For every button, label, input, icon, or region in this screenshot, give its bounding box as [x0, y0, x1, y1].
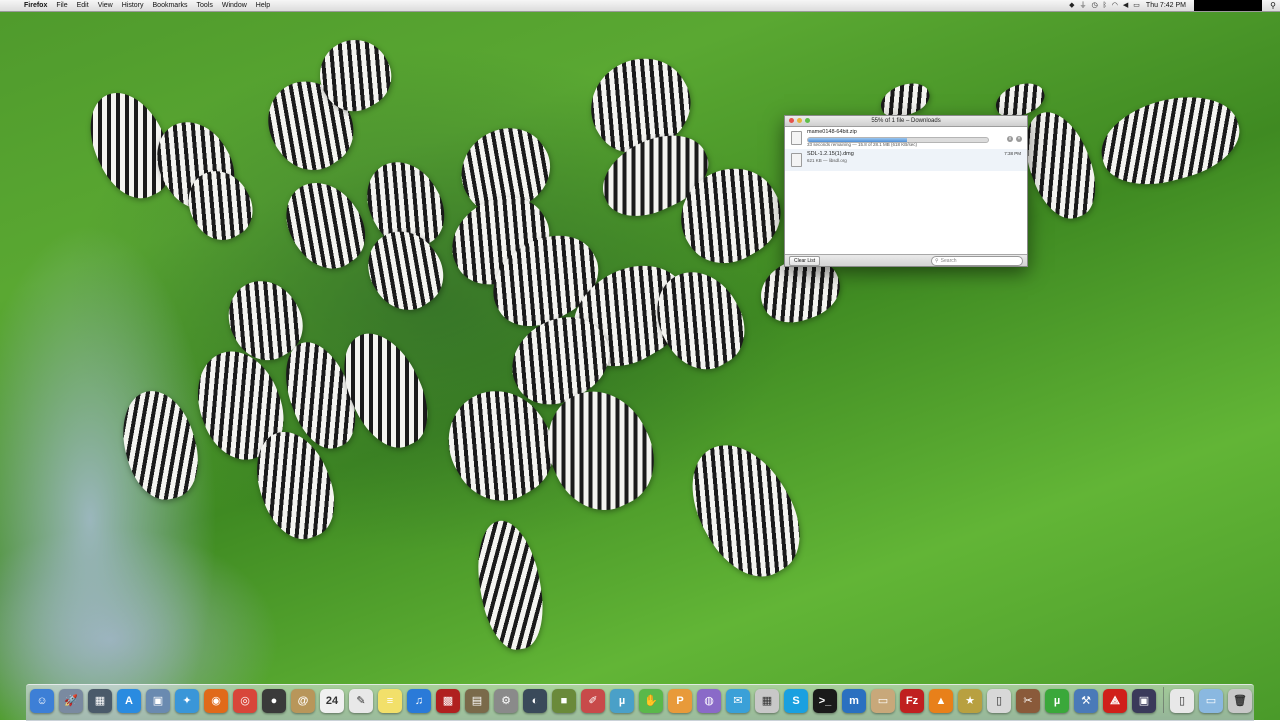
menu-clock[interactable]: Thu 7:42 PM: [1146, 0, 1186, 11]
archive-utility-dock-icon[interactable]: ▭: [871, 689, 895, 713]
safari-dock-icon[interactable]: ✦: [175, 689, 199, 713]
teamspeak-dock-icon[interactable]: ◍: [697, 689, 721, 713]
close-window-button[interactable]: [789, 118, 794, 123]
textedit-dock-icon[interactable]: ✎: [349, 689, 373, 713]
menu-view[interactable]: View: [98, 0, 113, 11]
steam-dock-icon[interactable]: ◐: [523, 689, 547, 713]
download-status: 621 KB — libsdl.org: [807, 158, 847, 163]
downloads-search-input[interactable]: ⚲ Search: [931, 256, 1023, 266]
launchpad-dock-icon[interactable]: 🚀: [59, 689, 83, 713]
mission-control-dock-icon[interactable]: ▦: [88, 689, 112, 713]
menu-history[interactable]: History: [122, 0, 144, 11]
downloads-footer: Clear List ⚲ Search: [785, 254, 1027, 266]
volume-icon[interactable]: ◀: [1123, 0, 1128, 11]
zebra-shape: [1092, 83, 1248, 197]
xcode-dock-icon[interactable]: ⚒: [1074, 689, 1098, 713]
download-time: 7:38 PM: [1004, 151, 1021, 156]
acrobat-dock-icon[interactable]: ⟁: [1103, 689, 1127, 713]
calendar-dock-icon[interactable]: 24: [320, 689, 344, 713]
zebra-shape: [270, 168, 380, 282]
messages-dock-icon[interactable]: ✉: [726, 689, 750, 713]
vlc-dock-icon[interactable]: ▲: [929, 689, 953, 713]
menu-help[interactable]: Help: [256, 0, 270, 11]
dmg-file-icon: [791, 153, 802, 167]
hands-off-dock-icon[interactable]: ✋: [639, 689, 663, 713]
menu-tools[interactable]: Tools: [197, 0, 213, 11]
desktop-wallpaper: [0, 0, 1280, 720]
utorrent-alt-dock-icon[interactable]: µ: [610, 689, 634, 713]
finder-dock-icon[interactable]: ☺: [30, 689, 54, 713]
usb-icon[interactable]: ⏚: [1079, 0, 1086, 11]
wifi-icon[interactable]: ◠: [1112, 0, 1118, 11]
contacts-dock-icon[interactable]: @: [291, 689, 315, 713]
downloads-window-title: 55% of 1 file – Downloads: [871, 118, 941, 124]
preview-dock-icon[interactable]: ▣: [146, 689, 170, 713]
trash-dock-icon[interactable]: 🗑: [1228, 689, 1252, 713]
minimize-window-button[interactable]: [797, 118, 802, 123]
system-preferences-dock-icon[interactable]: ⚙: [494, 689, 518, 713]
moneydance-dock-icon[interactable]: m: [842, 689, 866, 713]
terminal-dock-icon[interactable]: >_: [813, 689, 837, 713]
pages-dock-icon[interactable]: P: [668, 689, 692, 713]
menu-file[interactable]: File: [56, 0, 67, 11]
camera-dock-icon[interactable]: ●: [262, 689, 286, 713]
zebra-shape: [111, 382, 209, 508]
usb-overdrive-dock-icon[interactable]: ▯: [987, 689, 1011, 713]
downloads-titlebar[interactable]: 55% of 1 file – Downloads: [785, 116, 1027, 127]
zebra-shape: [353, 217, 457, 323]
search-icon: ⚲: [935, 258, 939, 264]
downloads-folder-dock-icon[interactable]: ▭: [1199, 689, 1223, 713]
menu-window[interactable]: Window: [222, 0, 247, 11]
calculator-dock-icon[interactable]: ▦: [755, 689, 779, 713]
menu-bar: Firefox File Edit View History Bookmarks…: [0, 0, 1280, 12]
zoom-window-button[interactable]: [805, 118, 810, 123]
video-converter-dock-icon[interactable]: ▣: [1132, 689, 1156, 713]
dock-separator: [1163, 687, 1164, 713]
documents-stack-dock-icon[interactable]: ▯: [1170, 689, 1194, 713]
pinball-dock-icon[interactable]: ★: [958, 689, 982, 713]
status-area: ◆ ⏚ ◷ ᛒ ◠ ◀ ▭ Thu 7:42 PM ⚲: [1064, 0, 1280, 11]
app-store-dock-icon[interactable]: A: [117, 689, 141, 713]
firefox-dock-icon[interactable]: ◉: [204, 689, 228, 713]
menu-app-name[interactable]: Firefox: [24, 0, 47, 11]
clear-list-button[interactable]: Clear List: [789, 256, 821, 266]
skype-dock-icon[interactable]: S: [784, 689, 808, 713]
dropbox-icon[interactable]: ◆: [1069, 0, 1074, 11]
zebra-shape: [671, 426, 819, 594]
pause-download-button[interactable]: ॥: [1007, 136, 1013, 142]
tools-dock-icon[interactable]: ✂: [1016, 689, 1040, 713]
bluetooth-icon[interactable]: ᛒ: [1103, 0, 1107, 11]
downloads-window: 55% of 1 file – Downloads mame0148-64bit…: [784, 115, 1028, 267]
minecraft-dock-icon[interactable]: ■: [552, 689, 576, 713]
paintbrush-dock-icon[interactable]: ✐: [581, 689, 605, 713]
spotlight-icon[interactable]: ⚲: [1266, 0, 1280, 11]
photo-booth-dock-icon[interactable]: ▩: [436, 689, 460, 713]
zebra-shape: [469, 515, 551, 655]
download-item[interactable]: SDL-1.2.15(1).dmg 7:38 PM 621 KB — libsd…: [785, 149, 1027, 171]
download-filename: SDL-1.2.15(1).dmg: [807, 151, 854, 157]
time-machine-icon[interactable]: ◷: [1091, 0, 1097, 11]
chrome-dock-icon[interactable]: ◎: [233, 689, 257, 713]
stickies-dock-icon[interactable]: ≡: [378, 689, 402, 713]
download-status: 33 seconds remaining — 15.8 of 28.1 MB (…: [807, 142, 918, 147]
menu-bookmarks[interactable]: Bookmarks: [153, 0, 188, 11]
zip-file-icon: [791, 131, 802, 145]
menu-edit[interactable]: Edit: [77, 0, 89, 11]
battery-icon[interactable]: ▭: [1133, 0, 1140, 11]
cancel-download-button[interactable]: ×: [1016, 136, 1022, 142]
download-filename: mame0148-64bit.zip: [807, 129, 857, 135]
itunes-dock-icon[interactable]: ♫: [407, 689, 431, 713]
dock-items: ☺ 🚀 ▦ A ▣ ✦ ◉ ◎ ● @24 ✎ ≡ ♫ ▩ ▤ ⚙ ◐ ■ ✐ µ ✋ P ◍ ✉ ▦ S >_ m ▭ Fz ▲ ★ ▯ ✂ µ ⚒…: [30, 687, 1257, 713]
utorrent-dock-icon[interactable]: µ: [1045, 689, 1069, 713]
filezilla-dock-icon[interactable]: Fz: [900, 689, 924, 713]
search-placeholder: Search: [940, 258, 957, 264]
image-capture-dock-icon[interactable]: ▤: [465, 689, 489, 713]
download-item[interactable]: mame0148-64bit.zip ॥ × 33 seconds remain…: [785, 127, 1027, 149]
user-account-box[interactable]: [1194, 0, 1262, 11]
